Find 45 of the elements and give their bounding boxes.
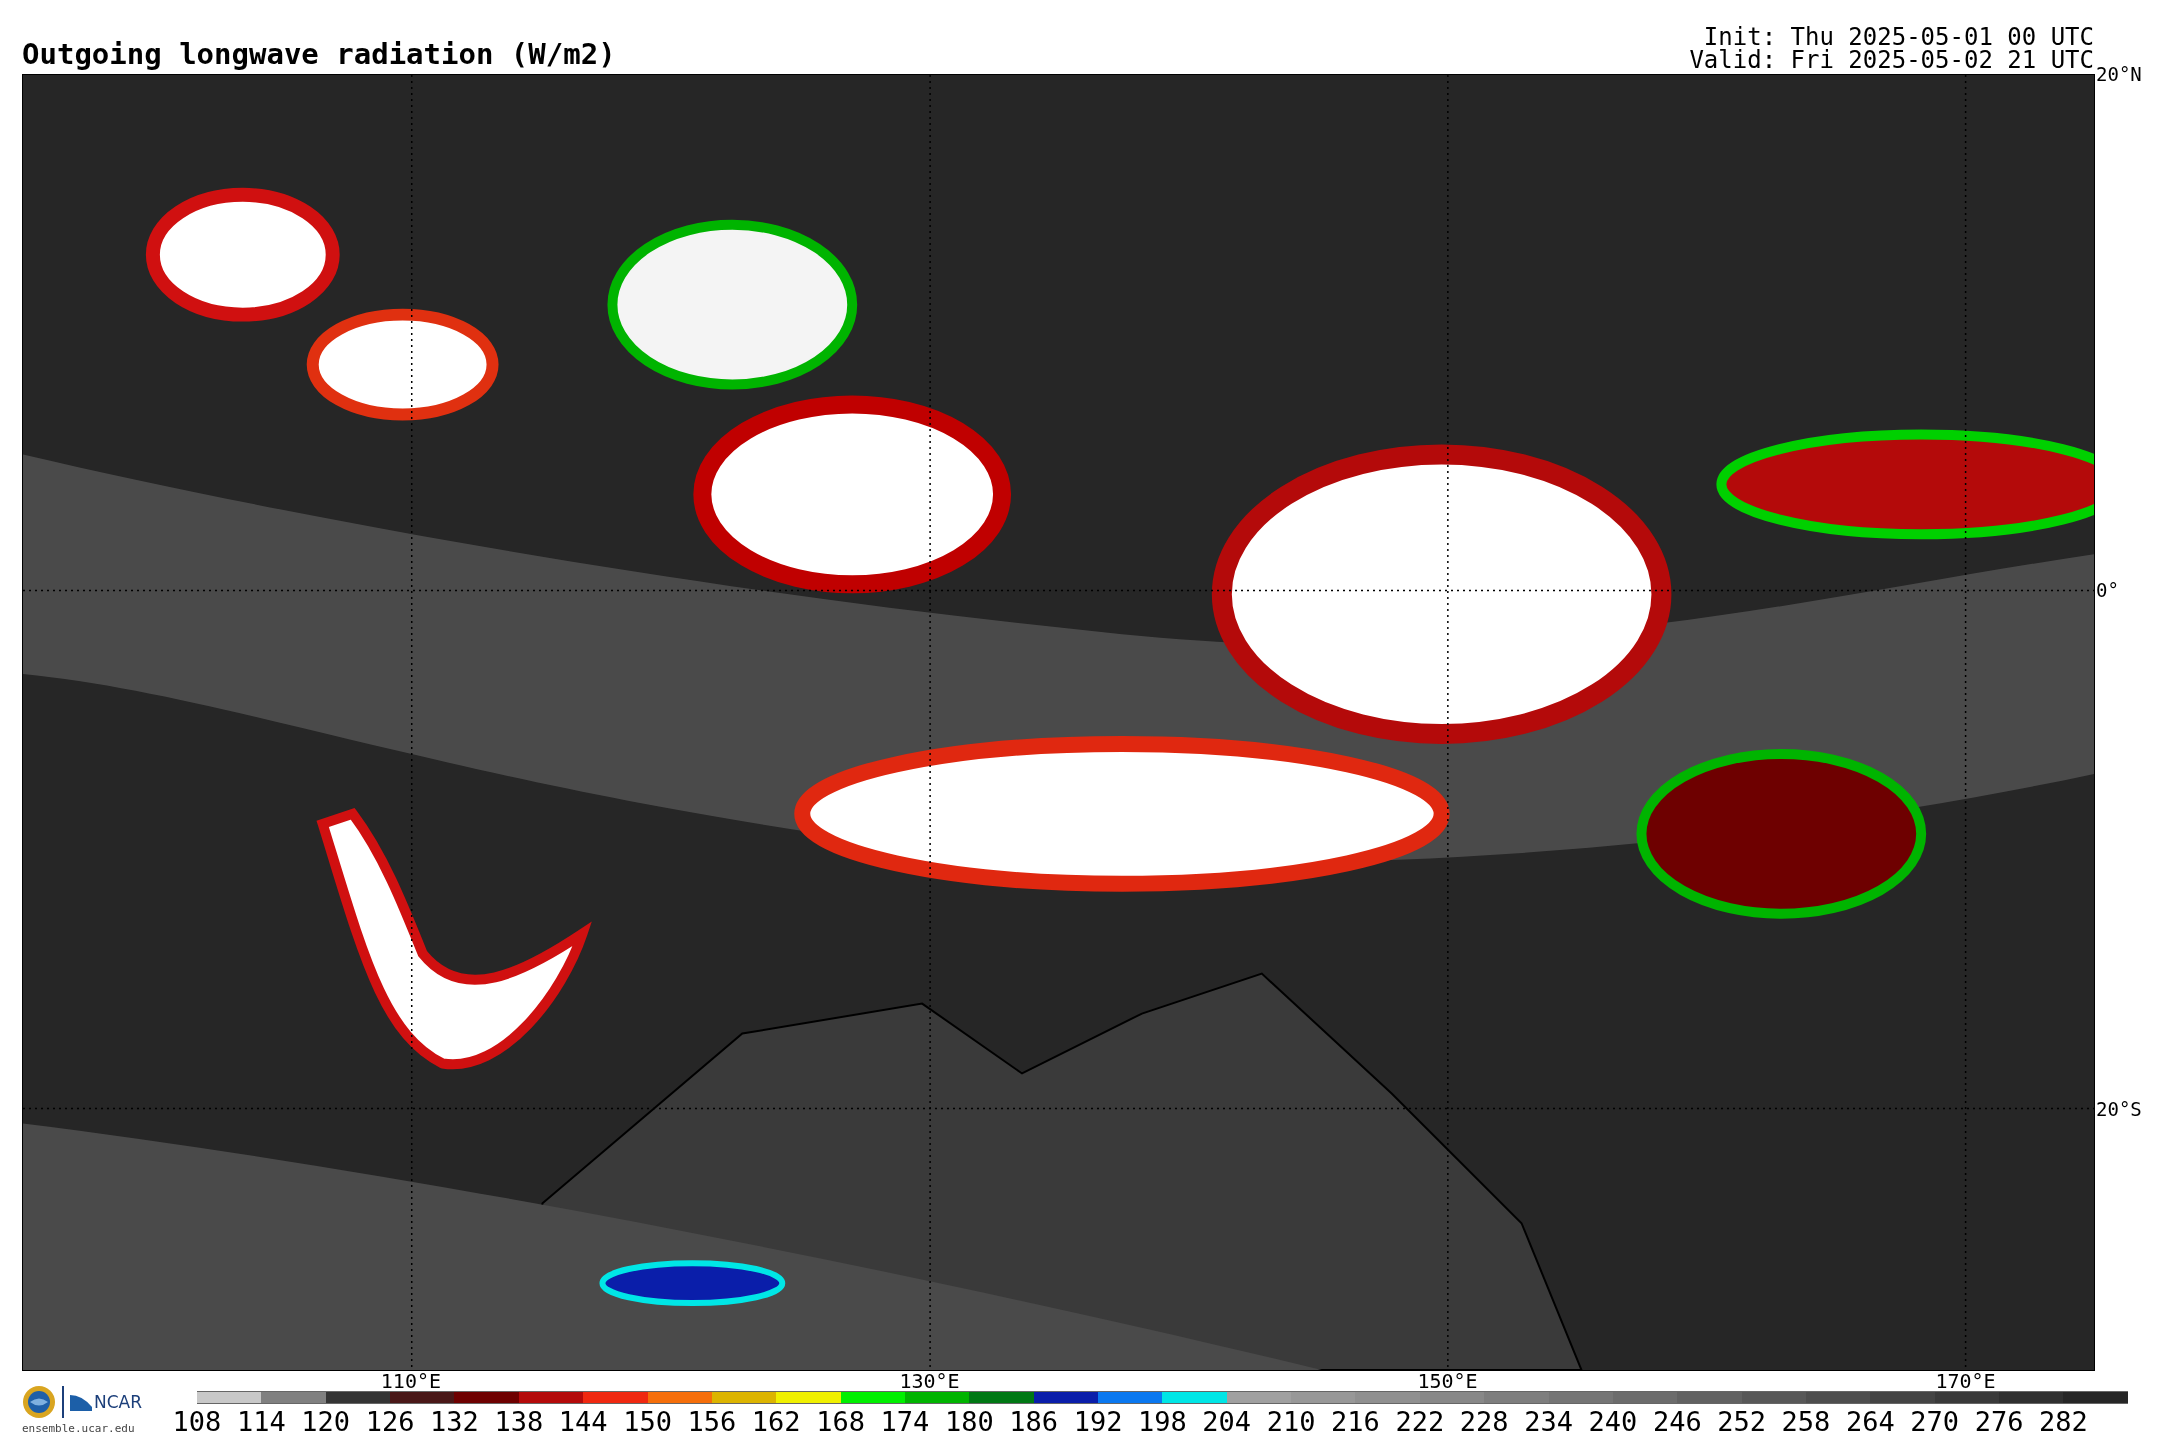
site-url: ensemble.ucar.edu: [22, 1422, 135, 1433]
colorbar-label: 126: [365, 1406, 415, 1433]
colorbar-label: 168: [816, 1406, 865, 1433]
colorbar-label: 216: [1331, 1406, 1380, 1433]
valid-time: Valid: Fri 2025-05-02 21 UTC: [1689, 49, 2094, 72]
colorbar-label: 174: [880, 1406, 930, 1433]
colorbar-label: 240: [1588, 1406, 1638, 1433]
colorbar-label: 258: [1781, 1406, 1831, 1433]
colorbar-label: 156: [687, 1406, 737, 1433]
colorbar-label: 210: [1266, 1406, 1316, 1433]
colorbar-label: 108: [172, 1406, 222, 1433]
colorbar-label: 252: [1717, 1406, 1766, 1433]
longitude-label: 170°E: [1935, 1369, 1996, 1393]
globe-logo-icon: [22, 1385, 56, 1419]
colorbar-label: 204: [1202, 1406, 1252, 1433]
ncar-logo-icon: [70, 1393, 92, 1411]
colorbar-label: 150: [623, 1406, 672, 1433]
colorbar-label: 276: [1974, 1406, 2024, 1433]
colorbar-label: 114: [236, 1406, 286, 1433]
colorbar-label: 264: [1845, 1406, 1895, 1433]
colorbar-label: 192: [1073, 1406, 1123, 1433]
longitude-label: 130°E: [899, 1369, 960, 1393]
colorbar-label: 222: [1395, 1406, 1445, 1433]
latitude-label: 20°S: [2096, 1098, 2142, 1120]
colorbar-label: 270: [1910, 1406, 1960, 1433]
divider-icon: [62, 1386, 64, 1418]
colorbar-label: 282: [2039, 1406, 2088, 1433]
init-time: Init: Thu 2025-05-01 00 UTC: [1703, 26, 2094, 49]
latitude-label: 20°N: [2096, 63, 2142, 85]
colorbar-label: 198: [1138, 1406, 1187, 1433]
colorbar-label: 138: [494, 1406, 544, 1433]
longitude-label: 150°E: [1417, 1369, 1478, 1393]
colorbar-label: 228: [1459, 1406, 1509, 1433]
latitude-label: 0°: [2096, 579, 2119, 602]
colorbar-label: 132: [430, 1406, 479, 1433]
colorbar-label: 144: [558, 1406, 608, 1433]
colorbar-label: 120: [301, 1406, 351, 1433]
colorbar-label: 162: [751, 1406, 801, 1433]
longitude-label: 110°E: [380, 1369, 441, 1393]
colorbar-label: 234: [1524, 1406, 1573, 1433]
ncar-logo-text: NCAR: [94, 1392, 143, 1412]
chart-title: Outgoing longwave radiation (W/m2): [22, 37, 616, 72]
colorbar-label: 246: [1652, 1406, 1702, 1433]
colorbar-label: 180: [944, 1406, 994, 1433]
colorbar-label: 186: [1009, 1406, 1059, 1433]
